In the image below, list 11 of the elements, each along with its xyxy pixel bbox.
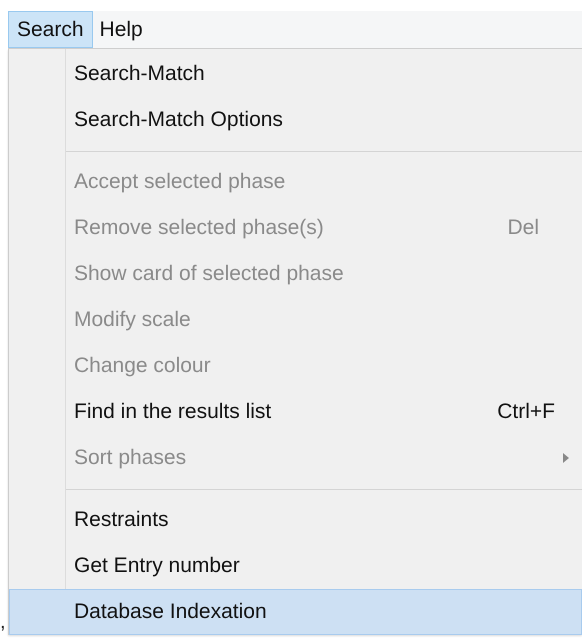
menu-item[interactable]: Get Entry number <box>9 543 582 589</box>
menu-item[interactable]: Search-Match <box>9 51 582 97</box>
menu-bar-item[interactable]: Help <box>92 11 150 48</box>
stray-text: , <box>0 612 6 632</box>
shortcut-label: Del <box>507 215 539 242</box>
menu-item[interactable]: Restraints <box>9 497 582 543</box>
shortcut-label: Ctrl+F <box>497 399 555 426</box>
menu-item[interactable]: Database Indexation <box>9 589 582 635</box>
menu-item[interactable]: Find in the results list Ctrl+F <box>9 389 582 435</box>
menu-bar-item[interactable]: Search <box>8 11 93 48</box>
menu-item[interactable]: Search-Match Options <box>9 97 582 143</box>
